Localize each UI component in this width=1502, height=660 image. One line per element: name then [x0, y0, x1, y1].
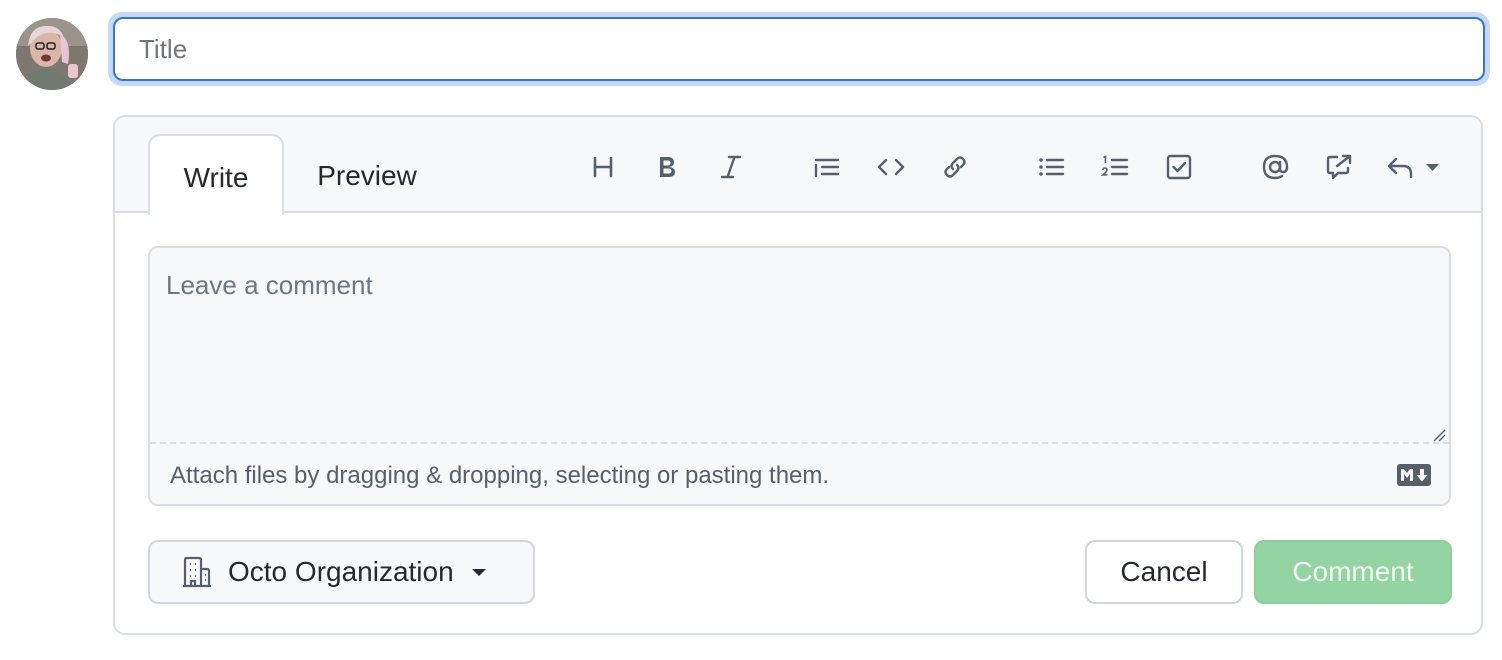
italic-icon — [720, 155, 742, 179]
mention-button[interactable] — [1253, 145, 1297, 189]
task-list-button[interactable] — [1157, 145, 1201, 189]
task-list-icon — [1166, 154, 1192, 180]
caret-down-icon — [471, 569, 486, 576]
code-button[interactable] — [869, 145, 913, 189]
code-icon — [877, 158, 905, 176]
comment-write-area: Attach files by dragging & dropping, sel… — [148, 246, 1451, 506]
reply-icon — [1387, 157, 1439, 179]
cross-reference-button[interactable] — [1317, 145, 1361, 189]
heading-button[interactable] — [581, 145, 625, 189]
quote-button[interactable] — [805, 145, 849, 189]
organization-selector[interactable]: Octo Organization — [148, 540, 535, 604]
mention-icon — [1262, 154, 1289, 180]
quote-icon — [814, 158, 840, 178]
organization-label: Octo Organization — [228, 556, 454, 587]
title-focus-ring — [108, 12, 1490, 86]
title-input[interactable] — [113, 17, 1485, 81]
avatar[interactable] — [16, 18, 88, 90]
bulleted-list-button[interactable] — [1029, 145, 1073, 189]
cancel-button[interactable]: Cancel — [1085, 540, 1243, 604]
tab-preview[interactable]: Preview — [297, 134, 437, 214]
bold-icon — [660, 157, 675, 177]
bold-button[interactable] — [645, 145, 689, 189]
comment-submit-button[interactable]: Comment — [1254, 540, 1452, 604]
comment-textarea[interactable] — [150, 248, 1449, 444]
attach-files-hint[interactable]: Attach files by dragging & dropping, sel… — [170, 462, 829, 490]
user-photo — [16, 18, 88, 90]
markdown-icon[interactable] — [1397, 464, 1431, 486]
comment-form: Write Preview Leave a comment Attach fil… — [113, 115, 1483, 635]
link-icon — [944, 156, 966, 178]
saved-replies-button[interactable] — [1381, 145, 1449, 189]
organization-icon — [183, 556, 211, 588]
bulleted-list-icon — [1039, 158, 1065, 176]
cross-reference-icon — [1326, 154, 1352, 180]
numbered-list-icon — [1100, 155, 1129, 176]
editor-tabbar: Write Preview — [115, 117, 1481, 215]
heading-icon — [593, 156, 613, 178]
tab-write[interactable]: Write — [148, 134, 284, 215]
resize-handle-icon[interactable] — [1432, 428, 1446, 442]
link-button[interactable] — [933, 145, 977, 189]
italic-button[interactable] — [709, 145, 753, 189]
numbered-list-button[interactable] — [1093, 145, 1137, 189]
chevron-down-icon — [1426, 164, 1439, 171]
